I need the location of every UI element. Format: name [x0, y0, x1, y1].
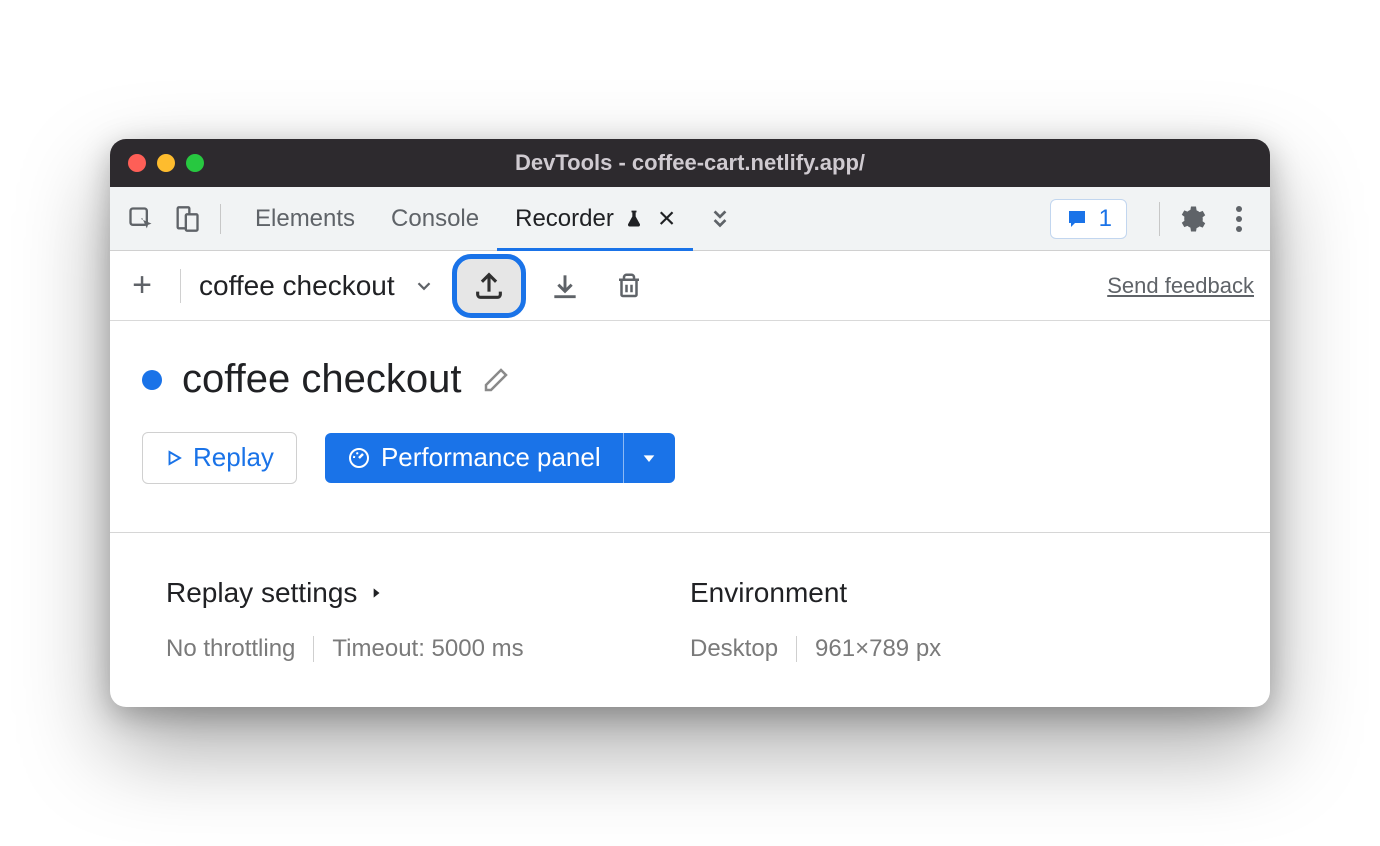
window-title: DevTools - coffee-cart.netlify.app/: [110, 150, 1270, 176]
tab-label: Recorder: [515, 205, 614, 233]
download-icon: [549, 270, 581, 302]
recording-status-dot: [142, 370, 162, 390]
performance-label: Performance panel: [381, 443, 601, 473]
tab-label: Elements: [255, 205, 355, 233]
send-feedback-link[interactable]: Send feedback: [1107, 273, 1254, 299]
info-panel: Replay settings No throttling Timeout: 5…: [110, 532, 1270, 707]
tab-recorder[interactable]: Recorder ×: [497, 187, 693, 250]
export-recording-button[interactable]: [457, 259, 521, 313]
recording-title-row: coffee checkout: [142, 357, 1238, 402]
divider: [313, 636, 314, 662]
gauge-icon: [347, 446, 371, 470]
issues-badge[interactable]: 1: [1050, 199, 1127, 239]
divider: [220, 204, 221, 234]
expand-right-icon: [369, 586, 383, 600]
device-value: Desktop: [690, 635, 778, 663]
replay-settings-heading[interactable]: Replay settings: [166, 577, 690, 609]
message-icon: [1065, 207, 1089, 231]
pencil-icon: [481, 365, 511, 395]
issues-count: 1: [1099, 205, 1112, 233]
play-icon: [165, 449, 183, 467]
devtools-window: DevTools - coffee-cart.netlify.app/ Elem…: [110, 139, 1270, 707]
traffic-lights: [128, 154, 204, 172]
replay-settings-values: No throttling Timeout: 5000 ms: [166, 635, 690, 663]
chevron-down-icon: [413, 275, 435, 297]
divider: [1159, 202, 1160, 236]
timeout-value: Timeout: 5000 ms: [332, 635, 523, 663]
performance-dropdown-button[interactable]: [623, 433, 675, 483]
recorder-main: coffee checkout Replay Performance panel: [110, 321, 1270, 484]
recorder-toolbar: + coffee checkout Send feedback: [110, 251, 1270, 321]
throttling-value: No throttling: [166, 635, 295, 663]
close-tab-button[interactable]: ×: [658, 204, 676, 234]
performance-panel-button[interactable]: Performance panel: [325, 433, 623, 483]
delete-recording-button[interactable]: [607, 264, 651, 308]
new-recording-button[interactable]: +: [122, 266, 162, 305]
caret-down-icon: [641, 450, 657, 466]
tab-console[interactable]: Console: [373, 187, 497, 250]
performance-panel-button-group: Performance panel: [325, 433, 675, 483]
inspect-element-icon[interactable]: [124, 202, 158, 236]
devtools-tabbar: Elements Console Recorder × 1: [110, 187, 1270, 251]
tab-elements[interactable]: Elements: [237, 187, 373, 250]
upload-icon: [472, 269, 506, 303]
edit-title-button[interactable]: [481, 365, 511, 395]
replay-settings-label: Replay settings: [166, 577, 357, 609]
recording-title: coffee checkout: [182, 357, 461, 402]
recording-select[interactable]: coffee checkout: [199, 270, 435, 302]
window-minimize-button[interactable]: [157, 154, 175, 172]
trash-icon: [614, 271, 644, 301]
import-recording-button[interactable]: [543, 264, 587, 308]
recording-select-value: coffee checkout: [199, 270, 395, 302]
environment-heading: Environment: [690, 577, 1214, 609]
viewport-value: 961×789 px: [815, 635, 941, 663]
environment-label: Environment: [690, 577, 847, 609]
environment-section: Environment Desktop 961×789 px: [690, 577, 1214, 663]
tab-label: Console: [391, 205, 479, 233]
titlebar: DevTools - coffee-cart.netlify.app/: [110, 139, 1270, 187]
environment-values: Desktop 961×789 px: [690, 635, 1214, 663]
settings-button[interactable]: [1174, 204, 1208, 234]
experiment-flask-icon: [624, 209, 644, 229]
divider: [180, 269, 181, 303]
replay-settings-section: Replay settings No throttling Timeout: 5…: [166, 577, 690, 663]
replay-label: Replay: [193, 443, 274, 473]
window-close-button[interactable]: [128, 154, 146, 172]
device-toolbar-icon[interactable]: [170, 202, 204, 236]
replay-button[interactable]: Replay: [142, 432, 297, 484]
action-button-row: Replay Performance panel: [142, 432, 1238, 484]
more-tabs-icon[interactable]: [703, 202, 737, 236]
window-zoom-button[interactable]: [186, 154, 204, 172]
kebab-menu-button[interactable]: [1222, 204, 1256, 234]
divider: [796, 636, 797, 662]
